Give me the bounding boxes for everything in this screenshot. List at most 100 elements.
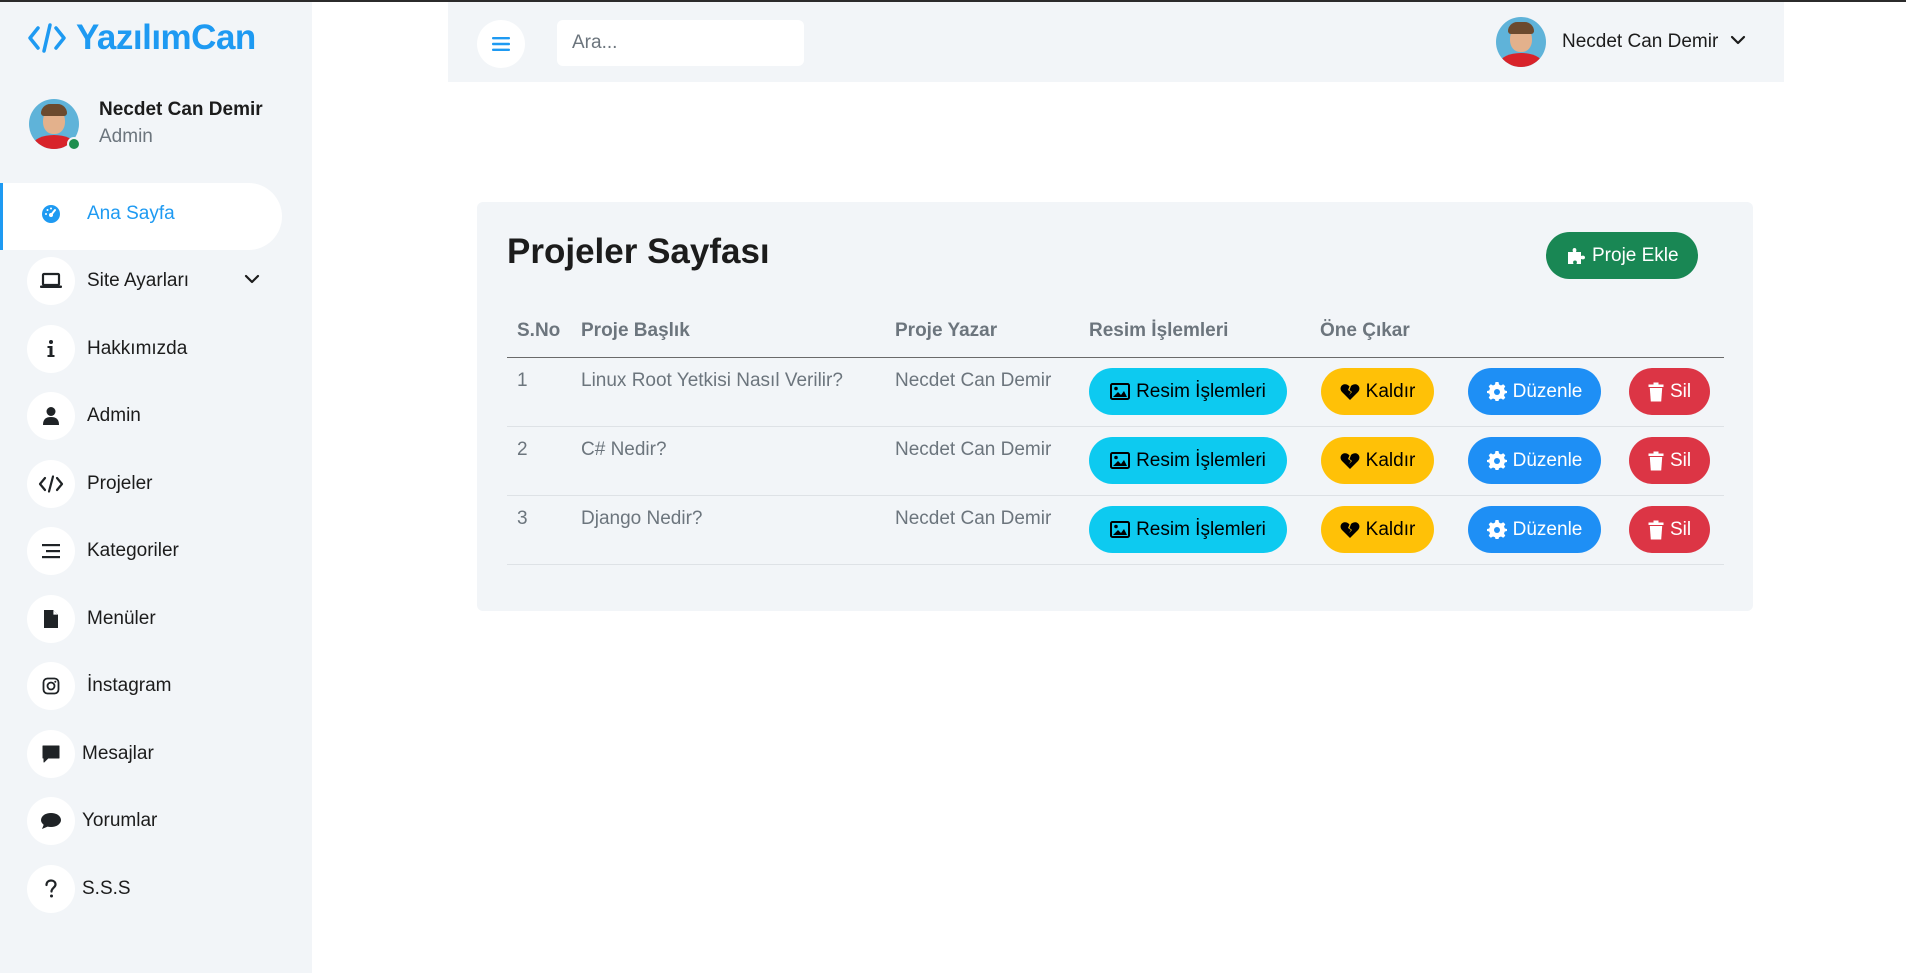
sidebar-item-yorumlar[interactable]: Yorumlar [0, 788, 312, 856]
sidebar-item-kategoriler[interactable]: Kategoriler [0, 518, 312, 586]
project-title: C# Nedir? [581, 439, 667, 460]
profile-role: Admin [99, 126, 153, 147]
row-number: 3 [517, 508, 528, 529]
chevron-down-icon [244, 272, 260, 290]
button-label: Resim İşlemleri [1136, 518, 1266, 540]
button-label: Düzenle [1512, 449, 1583, 471]
projects-card: Projeler Sayfası Proje Ekle S.No Proje B… [477, 202, 1753, 611]
image-operations-button[interactable]: Resim İşlemleri [1089, 506, 1287, 553]
chevron-down-icon [1730, 33, 1746, 51]
project-author: Necdet Can Demir [895, 439, 1052, 460]
trash-icon [1648, 451, 1664, 470]
button-label: Resim İşlemleri [1136, 380, 1266, 402]
brand-name: YazılımCan [76, 18, 256, 57]
edit-button[interactable]: Düzenle [1468, 368, 1601, 415]
heart-broken-icon [1340, 383, 1360, 400]
project-title: Django Nedir? [581, 508, 703, 529]
row-number: 2 [517, 439, 528, 460]
sidebar-item-projeler[interactable]: Projeler [0, 450, 312, 518]
sidebar-item-label: Ana Sayfa [87, 202, 175, 224]
laptop-icon [27, 257, 75, 306]
edit-button[interactable]: Düzenle [1468, 506, 1601, 553]
button-label: Kaldır [1365, 518, 1416, 540]
trash-icon [1648, 382, 1664, 401]
online-status-dot [67, 137, 81, 151]
unfeature-button[interactable]: Kaldır [1321, 506, 1434, 553]
sidebar-item-mesajlar[interactable]: Mesajlar [0, 720, 312, 788]
trash-icon [1648, 520, 1664, 539]
sidebar-nav: Ana Sayfa Site Ayarları Hakkımızda Admin [0, 180, 312, 923]
menu-toggle-button[interactable] [477, 20, 525, 68]
button-label: Düzenle [1512, 518, 1583, 540]
sidebar-profile: Necdet Can Demir Admin [29, 99, 299, 151]
delete-button[interactable]: Sil [1629, 368, 1710, 415]
sidebar-item-site-ayarlari[interactable]: Site Ayarları [0, 248, 312, 316]
add-project-label: Proje Ekle [1592, 244, 1679, 266]
sidebar-item-instagram[interactable]: İnstagram [0, 653, 312, 721]
edit-button[interactable]: Düzenle [1468, 437, 1601, 484]
sidebar-item-label: Yorumlar [82, 810, 158, 832]
align-icon [27, 527, 75, 576]
column-header: Öne Çıkar [1320, 320, 1410, 341]
user-menu-dropdown[interactable]: Necdet Can Demir [1496, 16, 1746, 68]
delete-button[interactable]: Sil [1629, 437, 1710, 484]
project-author: Necdet Can Demir [895, 508, 1052, 529]
sidebar-item-menuler[interactable]: Menüler [0, 585, 312, 653]
column-header: Resim İşlemleri [1089, 320, 1229, 341]
avatar [1496, 17, 1546, 67]
table-header: S.No Proje Başlık Proje Yazar Resim İşle… [507, 308, 1724, 358]
column-header: Proje Yazar [895, 320, 998, 341]
table-row: 3 Django Nedir? Necdet Can Demir Resim İ… [507, 496, 1724, 565]
sidebar-item-label: Site Ayarları [87, 270, 190, 292]
projects-table: S.No Proje Başlık Proje Yazar Resim İşle… [507, 308, 1724, 565]
image-icon [1110, 452, 1131, 469]
button-label: Sil [1669, 518, 1692, 540]
button-label: Kaldır [1365, 380, 1416, 402]
button-label: Resim İşlemleri [1136, 449, 1266, 471]
image-operations-button[interactable]: Resim İşlemleri [1089, 437, 1287, 484]
sidebar-item-sss[interactable]: S.S.S [0, 855, 312, 923]
sidebar-item-label: Mesajlar [82, 742, 154, 764]
profile-name: Necdet Can Demir [99, 99, 263, 120]
sidebar-item-hakkimizda[interactable]: Hakkımızda [0, 315, 312, 383]
row-number: 1 [517, 370, 528, 391]
instagram-icon [27, 662, 75, 711]
table-row: 2 C# Nedir? Necdet Can Demir Resim İşlem… [507, 427, 1724, 496]
sidebar-item-label: Admin [87, 405, 141, 427]
code-brand-icon [28, 23, 66, 53]
code-icon [27, 459, 75, 508]
image-operations-button[interactable]: Resim İşlemleri [1089, 368, 1287, 415]
sidebar-item-label: Menüler [87, 607, 156, 629]
project-author: Necdet Can Demir [895, 370, 1052, 391]
question-icon [27, 864, 75, 913]
header-user-name: Necdet Can Demir [1562, 31, 1719, 52]
button-label: Sil [1669, 449, 1692, 471]
page-title: Projeler Sayfası [507, 232, 770, 271]
top-header: Necdet Can Demir [448, 2, 1784, 82]
sidebar-item-label: Projeler [87, 472, 153, 494]
hamburger-icon [492, 37, 510, 51]
button-label: Düzenle [1512, 380, 1583, 402]
gear-icon [1486, 450, 1507, 470]
add-project-button[interactable]: Proje Ekle [1546, 232, 1698, 279]
table-row: 1 Linux Root Yetkisi Nasıl Verilir? Necd… [507, 358, 1724, 427]
search-input[interactable] [557, 20, 804, 66]
dashboard-icon [27, 189, 75, 238]
message-square-icon [27, 729, 75, 778]
image-icon [1110, 521, 1131, 538]
heart-broken-icon [1340, 521, 1360, 538]
user-icon [27, 392, 75, 441]
unfeature-button[interactable]: Kaldır [1321, 437, 1434, 484]
delete-button[interactable]: Sil [1629, 506, 1710, 553]
gear-icon [1486, 381, 1507, 401]
brand-logo[interactable]: YazılımCan [28, 18, 256, 58]
column-header: Proje Başlık [581, 320, 690, 341]
heart-broken-icon [1340, 452, 1360, 469]
sidebar-item-label: Kategoriler [87, 540, 179, 562]
puzzle-icon [1568, 247, 1585, 264]
sidebar-item-ana-sayfa[interactable]: Ana Sayfa [0, 180, 312, 250]
sidebar-item-admin[interactable]: Admin [0, 383, 312, 451]
unfeature-button[interactable]: Kaldır [1321, 368, 1434, 415]
button-label: Kaldır [1365, 449, 1416, 471]
file-icon [27, 594, 75, 643]
